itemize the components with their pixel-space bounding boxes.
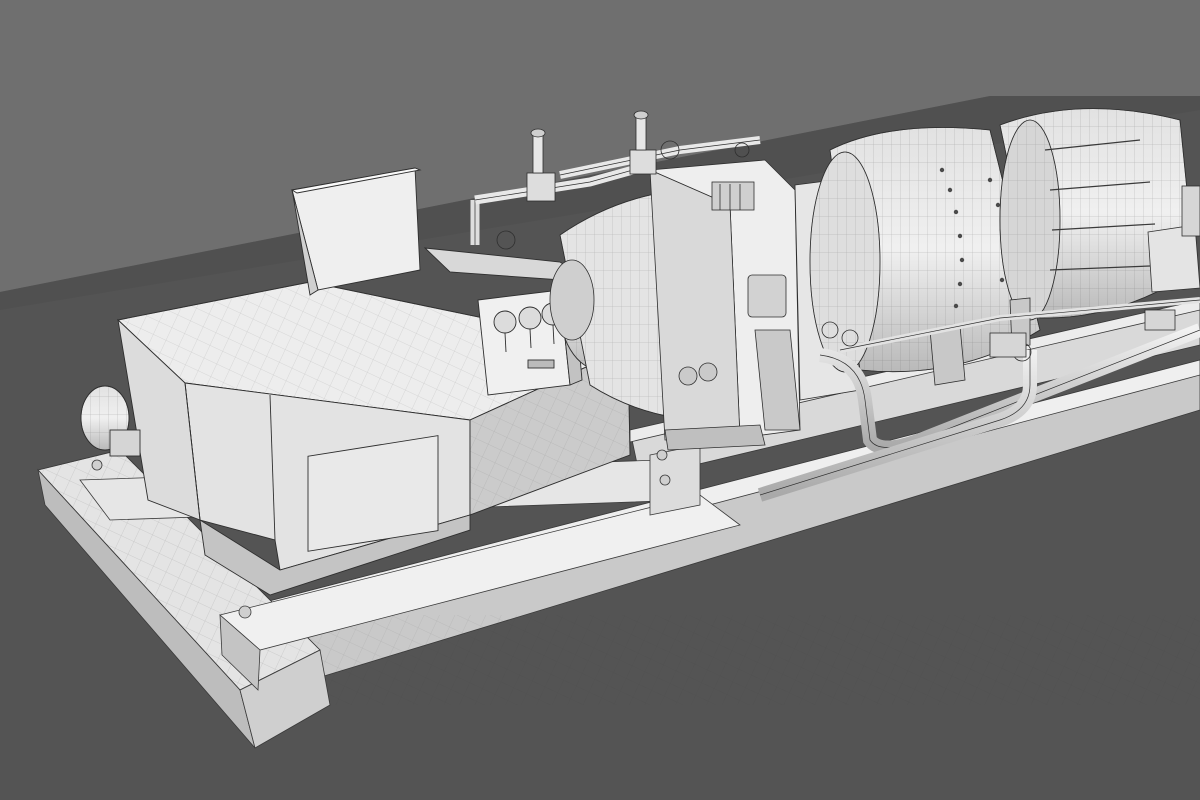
pressure-gauge-icon <box>493 310 517 334</box>
enclosure-access-door <box>307 435 439 552</box>
turbine-vent-grille <box>711 181 755 211</box>
render-viewport <box>0 0 1200 800</box>
pressure-gauge-icon <box>518 306 542 330</box>
inspection-hatch <box>747 274 787 318</box>
wireframe-render <box>0 0 1200 800</box>
